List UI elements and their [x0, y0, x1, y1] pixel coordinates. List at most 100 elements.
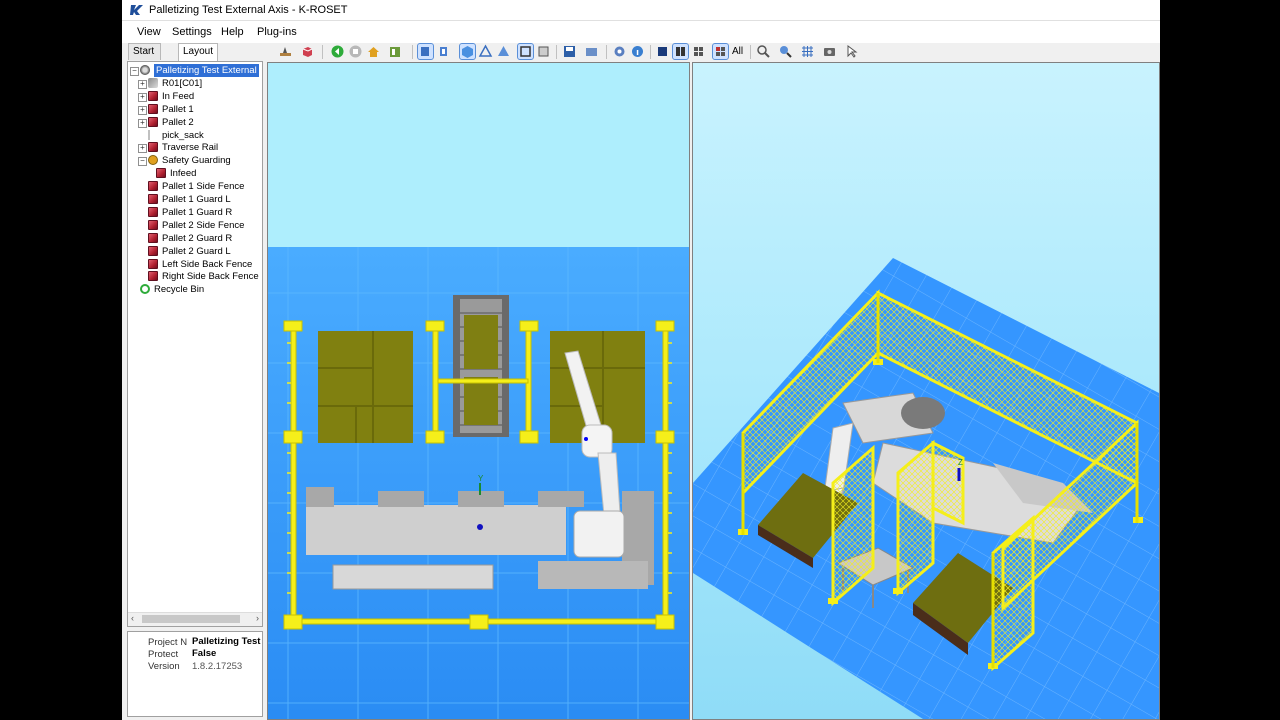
- single-view-icon[interactable]: [655, 44, 670, 59]
- expand-icon[interactable]: +: [138, 92, 147, 102]
- toolbar-separator: [650, 45, 651, 59]
- tree-node[interactable]: Pallet 2 Side Fence: [128, 219, 262, 232]
- pallet-1: [318, 331, 413, 443]
- view-side-icon[interactable]: [436, 44, 451, 59]
- property-value: Palletizing Test: [192, 636, 261, 647]
- tree-node-label: In Feed: [162, 90, 195, 102]
- workspace-icon[interactable]: [278, 44, 293, 59]
- save-icon[interactable]: [562, 44, 577, 59]
- application-window: Palletizing Test External Axis - K-ROSET…: [122, 0, 1160, 720]
- view-wire-icon[interactable]: [478, 44, 493, 59]
- group-icon: [148, 155, 158, 166]
- grid-view-icon[interactable]: [712, 43, 729, 60]
- robot-icon: [148, 77, 158, 88]
- layout-icon[interactable]: [388, 44, 403, 59]
- cube-icon: [148, 194, 158, 204]
- view-solid-icon[interactable]: [496, 44, 511, 59]
- tree-node[interactable]: Left Side Back Fence: [128, 258, 262, 271]
- cube-icon: [148, 103, 158, 114]
- split-view-icon[interactable]: [672, 43, 689, 60]
- tree-node[interactable]: Pallet 2 Guard R: [128, 232, 262, 245]
- tree-node[interactable]: + R01[C01]: [128, 77, 262, 90]
- tree-node-label: Pallet 2 Guard R: [162, 232, 233, 244]
- viewport-iso-view[interactable]: Z: [692, 62, 1160, 720]
- home-icon[interactable]: [366, 44, 381, 59]
- view-front-icon[interactable]: [417, 43, 434, 60]
- view-box-icon[interactable]: [517, 43, 534, 60]
- expand-icon[interactable]: +: [138, 144, 147, 154]
- cube-icon: [148, 219, 158, 230]
- zoom-icon[interactable]: [778, 44, 793, 59]
- tab-layout[interactable]: Layout: [178, 43, 219, 61]
- tree-node[interactable]: Pallet 2 Guard L: [128, 245, 262, 258]
- tree-node[interactable]: − Safety Guarding: [128, 154, 262, 167]
- menu-help[interactable]: Help: [221, 26, 244, 38]
- tree-node[interactable]: Pallet 1 Side Fence: [128, 180, 262, 193]
- tree-node[interactable]: Right Side Back Fence: [128, 270, 262, 283]
- menu-plug-ins[interactable]: Plug-ins: [257, 26, 297, 38]
- menu-settings[interactable]: Settings: [172, 26, 212, 38]
- tree-node[interactable]: − Palletizing Test External: [128, 64, 262, 77]
- tree-node-label: R01[C01]: [162, 77, 203, 89]
- export-icon[interactable]: [584, 44, 599, 59]
- expand-icon[interactable]: +: [138, 105, 147, 115]
- tree-node-label: Palletizing Test External: [154, 64, 259, 77]
- tree-node-label: Pallet 2 Side Fence: [162, 219, 245, 231]
- expand-icon[interactable]: +: [138, 118, 147, 128]
- tree-node[interactable]: Recycle Bin: [128, 283, 262, 296]
- cube-icon: [148, 116, 158, 127]
- cursor-select-icon[interactable]: [844, 44, 859, 59]
- property-value: 1.8.2.17253: [192, 661, 243, 672]
- camera-icon[interactable]: [822, 44, 837, 59]
- expand-icon[interactable]: +: [138, 79, 147, 89]
- tree-node[interactable]: Pallet 1 Guard L: [128, 193, 262, 206]
- property-key: Version: [148, 661, 180, 672]
- zoom-region-icon[interactable]: [756, 44, 771, 59]
- app-logo-icon: [130, 5, 143, 15]
- stop-icon[interactable]: [348, 44, 363, 59]
- tree-node-label: Traverse Rail: [162, 142, 219, 154]
- tree-node[interactable]: Infeed: [128, 167, 262, 180]
- settings-gear-icon[interactable]: [612, 44, 627, 59]
- tree-node-label: Left Side Back Fence: [162, 258, 253, 270]
- tool-icon: [148, 129, 154, 140]
- property-key: Project N: [148, 637, 188, 648]
- scroll-thumb[interactable]: [142, 615, 240, 623]
- workcell-icon: [140, 65, 150, 75]
- collapse-icon[interactable]: −: [130, 67, 139, 76]
- grid-settings-icon[interactable]: [800, 44, 815, 59]
- workcell-tree[interactable]: − Palletizing Test External + R01[C01] + In F…: [127, 61, 263, 627]
- view-iso-icon[interactable]: [459, 43, 476, 60]
- top-view-scene: Y: [268, 63, 689, 719]
- cube-icon: [148, 232, 158, 243]
- menu-view[interactable]: View: [137, 26, 161, 38]
- cube-icon: [148, 271, 158, 282]
- play-icon[interactable]: [330, 44, 345, 59]
- info-icon[interactable]: [630, 44, 645, 59]
- collapse-icon[interactable]: −: [138, 157, 147, 167]
- scroll-right-icon[interactable]: ›: [256, 613, 259, 623]
- tree-node[interactable]: Pallet 1 Guard R: [128, 206, 262, 219]
- window-title: Palletizing Test External Axis - K-ROSET: [149, 4, 348, 16]
- tree-node-label: pick_sack: [162, 129, 204, 141]
- cube-icon: [148, 206, 158, 217]
- tree-node[interactable]: + Pallet 2: [128, 116, 262, 129]
- view-shaded-icon[interactable]: [536, 44, 551, 59]
- viewport-top-view[interactable]: Y: [267, 62, 690, 720]
- sky-background: [268, 63, 689, 247]
- tree-node-label: Pallet 2: [162, 116, 194, 128]
- tree-node[interactable]: + Traverse Rail: [128, 141, 262, 154]
- cube-icon: [148, 90, 158, 101]
- tab-start-page[interactable]: Start Page: [128, 43, 162, 72]
- scroll-left-icon[interactable]: ‹: [131, 613, 134, 623]
- toolbar: All: [270, 42, 1160, 62]
- tree-node[interactable]: + Pallet 1: [128, 103, 262, 116]
- tree-horizontal-scrollbar[interactable]: ‹ ›: [128, 612, 262, 626]
- add-object-icon[interactable]: [300, 44, 315, 59]
- axis-label-y: Y: [478, 474, 484, 483]
- tree-node[interactable]: + In Feed: [128, 90, 262, 103]
- recycle-icon: [140, 284, 150, 295]
- quad-view-icon[interactable]: [691, 44, 706, 59]
- all-views-button[interactable]: All: [732, 46, 743, 57]
- tree-node[interactable]: pick_sack: [128, 129, 262, 142]
